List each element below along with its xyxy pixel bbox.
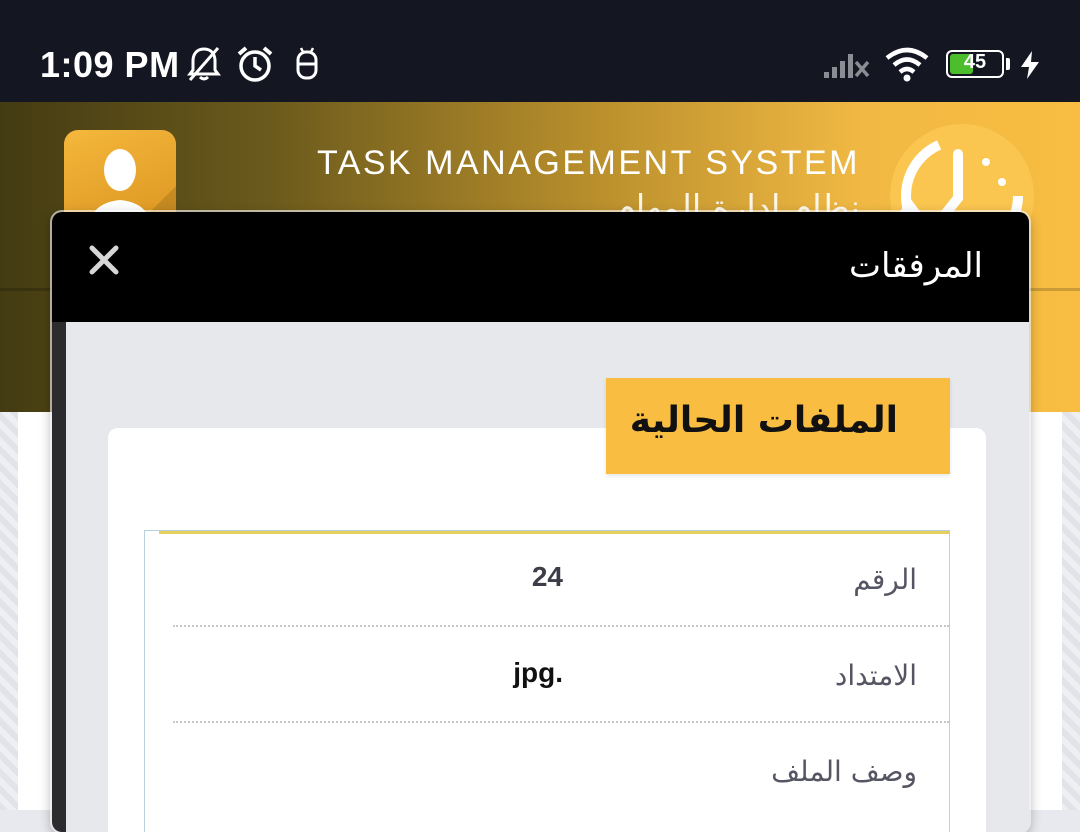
usb-debug-icon [296,47,318,80]
table-row: الرقم 24 [173,531,949,627]
signal-no-service-icon [824,54,870,78]
battery-percent: 45 [963,51,987,73]
table-row: وصف الملف [173,723,949,817]
alarm-clock-icon [237,46,273,82]
status-time: 1:09 PM [40,44,180,85]
section-title: الملفات الحالية [629,400,898,441]
attachments-modal: المرفقات الملفات الحالية الرقم 24 الامتد… [52,212,1029,832]
row-label: الامتداد [834,659,917,692]
section-title-tag: الملفات الحالية [606,378,950,474]
row-label: وصف الملف [771,755,917,788]
file-details-table: الرقم 24 الامتداد jpg. وصف الملف [144,530,950,832]
charging-bolt-icon [1021,51,1039,79]
row-value: jpg. [513,657,563,688]
status-bar: 1:09 PM 45 [0,0,1080,102]
wifi-icon [885,47,929,82]
bell-off-icon [187,47,221,81]
row-value: 24 [531,561,563,592]
close-icon[interactable] [86,242,122,278]
modal-title: المرفقات [848,246,983,286]
modal-header: المرفقات [52,212,1029,322]
battery-tip [1006,58,1010,70]
row-label: الرقم [853,563,917,596]
battery-icon: 45 [946,50,1004,78]
table-row: الامتداد jpg. [173,627,949,723]
app-title: TASK MANAGEMENT SYSTEM [316,144,860,182]
modal-scrollbar[interactable] [52,322,66,832]
